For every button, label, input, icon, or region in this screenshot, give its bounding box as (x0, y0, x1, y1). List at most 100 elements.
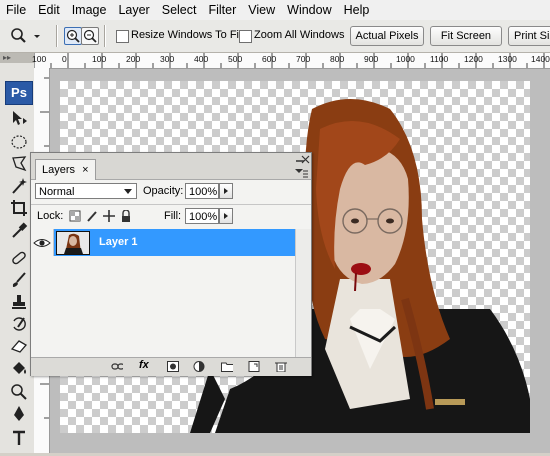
photoshop-logo: Ps (5, 81, 33, 105)
new-group-icon[interactable] (221, 361, 233, 372)
menu-window[interactable]: Window (281, 0, 337, 20)
layers-panel-footer: fx (31, 357, 311, 376)
ruler-label: 0 (62, 54, 67, 64)
ruler-label: 700 (296, 54, 311, 64)
magnifier-icon (11, 28, 40, 43)
chevron-down-icon (124, 189, 132, 194)
zoom-out-button[interactable] (81, 27, 99, 45)
horizontal-ruler[interactable]: 100 0 100 200 300 400 500 600 700 800 90… (32, 53, 550, 69)
chevron-right-icon (224, 213, 228, 219)
opacity-label: Opacity: (143, 185, 184, 197)
ruler-label: 900 (364, 54, 379, 64)
menu-bar: File Edit Image Layer Select Filter View… (0, 0, 550, 20)
panel-close-icon[interactable] (301, 155, 311, 165)
brush-tool-icon[interactable] (10, 271, 28, 289)
lock-image-pixels-icon[interactable] (86, 210, 98, 222)
zoom-in-button[interactable] (64, 27, 82, 45)
adjustment-layer-icon[interactable] (193, 361, 205, 372)
add-layer-style-icon[interactable]: fx (139, 359, 149, 371)
layers-panel-header: Layers × (31, 153, 311, 180)
options-bar: Resize Windows To Fit Zoom All Windows A… (0, 20, 550, 53)
link-layers-icon[interactable] (111, 361, 123, 372)
layers-scrollbar[interactable] (295, 229, 311, 357)
magic-wand-tool-icon[interactable] (10, 177, 28, 195)
pen-tool-icon[interactable] (10, 405, 28, 423)
blend-opacity-row: Normal Opacity: 100% (31, 179, 311, 205)
lock-fill-row: Lock: Fill: 100% (31, 204, 311, 230)
menu-file[interactable]: File (0, 0, 32, 20)
ruler-label: 1000 (396, 54, 415, 64)
ruler-label: 1300 (498, 54, 517, 64)
blend-mode-select[interactable]: Normal (35, 183, 137, 199)
delete-layer-icon[interactable] (275, 361, 287, 372)
ruler-label: 800 (330, 54, 345, 64)
print-size-button[interactable]: Print Siz (508, 26, 550, 46)
ruler-label: 300 (160, 54, 175, 64)
layers-panel: Layers × Normal Opacity: 100% Lock: Fill… (30, 152, 312, 376)
add-layer-mask-icon[interactable] (167, 361, 179, 372)
lock-label: Lock: (37, 210, 64, 222)
layer-thumbnail (56, 231, 90, 255)
ruler-label: 1400 (531, 54, 550, 64)
move-tool-icon[interactable] (10, 109, 28, 127)
eye-icon (33, 239, 51, 247)
lasso-tool-icon[interactable] (10, 155, 28, 173)
history-brush-tool-icon[interactable] (10, 315, 28, 333)
ruler-label: 400 (194, 54, 209, 64)
tab-layers[interactable]: Layers × (35, 159, 96, 180)
opacity-value: 100% (189, 186, 218, 198)
layer-name[interactable]: Layer 1 (99, 236, 138, 248)
chevron-right-icon (224, 188, 228, 194)
healing-brush-tool-icon[interactable] (10, 249, 28, 267)
blend-mode-value: Normal (39, 186, 75, 198)
toolbox-grip[interactable]: ▸▸ (0, 53, 34, 63)
zoom-in-icon (66, 29, 80, 43)
zoom-out-icon (83, 29, 97, 43)
opacity-slider-button[interactable] (219, 183, 233, 199)
eraser-tool-icon[interactable] (10, 337, 28, 355)
menu-view[interactable]: View (242, 0, 281, 20)
ruler-label: 100 (92, 54, 107, 64)
menu-layer[interactable]: Layer (112, 0, 155, 20)
fit-screen-button[interactable]: Fit Screen (430, 26, 502, 46)
dodge-tool-icon[interactable] (10, 383, 28, 401)
menu-select[interactable]: Select (156, 0, 203, 20)
lock-position-icon[interactable] (103, 210, 115, 222)
eyedropper-tool-icon[interactable] (10, 221, 28, 239)
ruler-label: 1200 (464, 54, 483, 64)
resize-windows-checkbox[interactable] (116, 30, 129, 43)
zoom-tool-preset-picker[interactable] (8, 26, 42, 46)
visibility-toggle[interactable] (31, 229, 54, 256)
resize-windows-label: Resize Windows To Fit (131, 29, 243, 41)
zoom-all-windows-checkbox[interactable] (239, 30, 252, 43)
fill-value: 100% (189, 211, 218, 223)
panel-menu-icon[interactable] (293, 167, 309, 179)
menu-image[interactable]: Image (66, 0, 113, 20)
fill-label: Fill: (164, 210, 182, 222)
menu-filter[interactable]: Filter (202, 0, 242, 20)
opacity-input[interactable]: 100% (185, 183, 219, 199)
ruler-label: 600 (262, 54, 277, 64)
tab-layers-label: Layers (42, 164, 76, 176)
clone-stamp-tool-icon[interactable] (10, 293, 28, 311)
new-layer-icon[interactable] (248, 361, 260, 372)
ruler-label: 100 (32, 54, 47, 64)
paint-bucket-tool-icon[interactable] (10, 359, 28, 377)
lock-all-icon[interactable] (120, 210, 132, 222)
fill-input[interactable]: 100% (185, 208, 219, 224)
layer-thumbnail-image (57, 232, 89, 254)
menu-help[interactable]: Help (338, 0, 376, 20)
fill-slider-button[interactable] (219, 208, 233, 224)
ruler-label: 500 (228, 54, 243, 64)
crop-tool-icon[interactable] (10, 199, 28, 217)
actual-pixels-button[interactable]: Actual Pixels (350, 26, 424, 46)
ruler-label: 1100 (430, 54, 449, 64)
lock-transparent-pixels-icon[interactable] (69, 210, 81, 222)
marquee-tool-icon[interactable] (10, 133, 28, 151)
menu-edit[interactable]: Edit (32, 0, 66, 20)
zoom-all-windows-label: Zoom All Windows (254, 29, 345, 41)
layer-row[interactable]: Layer 1 (31, 229, 295, 256)
type-tool-icon[interactable] (10, 429, 28, 447)
ruler-label: 200 (126, 54, 141, 64)
close-tab-icon[interactable]: × (82, 164, 88, 176)
